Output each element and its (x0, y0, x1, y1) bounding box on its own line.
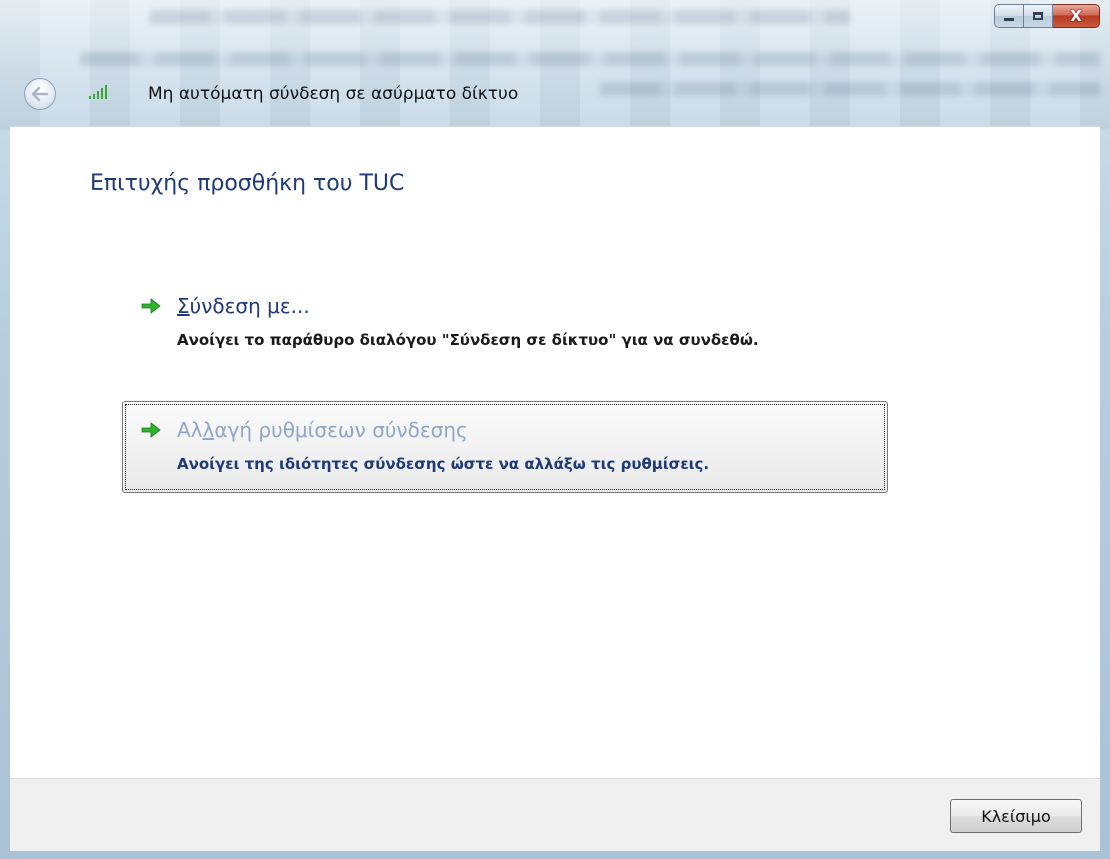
connect-to-title-text: ύνδεση με... (189, 294, 310, 318)
minimize-icon (1004, 17, 1014, 21)
content-area: Επιτυχής προσθήκη του TUC Σύνδεση με... … (10, 126, 1100, 779)
maximize-button[interactable] (1024, 4, 1053, 28)
connect-to-command-link[interactable]: Σύνδεση με... Ανοίγει το παράθυρο διαλόγ… (122, 277, 888, 369)
page-heading: Επιτυχής προσθήκη του TUC (90, 171, 405, 196)
green-arrow-icon (141, 298, 161, 314)
back-arrow-icon (31, 86, 49, 102)
background-blur (80, 52, 1100, 66)
background-blur (150, 10, 850, 24)
close-icon: X (1070, 7, 1082, 25)
connect-to-description: Ανοίγει το παράθυρο διαλόγου "Σύνδεση σε… (177, 331, 759, 349)
access-key: λ (202, 418, 215, 442)
connect-to-title: Σύνδεση με... (177, 294, 310, 318)
minimize-button[interactable] (994, 4, 1024, 28)
back-button[interactable] (24, 78, 56, 110)
access-key: Σ (177, 294, 190, 318)
wireless-signal-icon (89, 85, 107, 99)
maximize-icon (1033, 12, 1043, 20)
change-settings-description: Ανοίγει της ιδιότητες σύνδεσης ώστε να α… (177, 455, 710, 473)
change-settings-title: Αλλαγή ρυθμίσεων σύνδεσης (177, 418, 468, 442)
dialog-footer: Κλείσιμο (10, 778, 1100, 851)
change-settings-title-text: αγή ρυθμίσεων σύνδεσης (214, 418, 468, 442)
change-settings-title-start: Αλ (177, 418, 203, 442)
close-window-button[interactable]: X (1053, 4, 1100, 28)
window-frame: X Μη αυτόματη σύνδεση σε ασύρματο δίκτυο… (0, 0, 1110, 859)
change-settings-command-link[interactable]: Αλλαγή ρυθμίσεων σύνδεσης Ανοίγει της ιδ… (122, 401, 888, 493)
close-button[interactable]: Κλείσιμο (950, 799, 1082, 833)
background-blur (600, 82, 1100, 96)
caption-buttons: X (994, 4, 1100, 28)
green-arrow-icon (141, 422, 161, 438)
window-title: Μη αυτόματη σύνδεση σε ασύρματο δίκτυο (148, 84, 519, 104)
